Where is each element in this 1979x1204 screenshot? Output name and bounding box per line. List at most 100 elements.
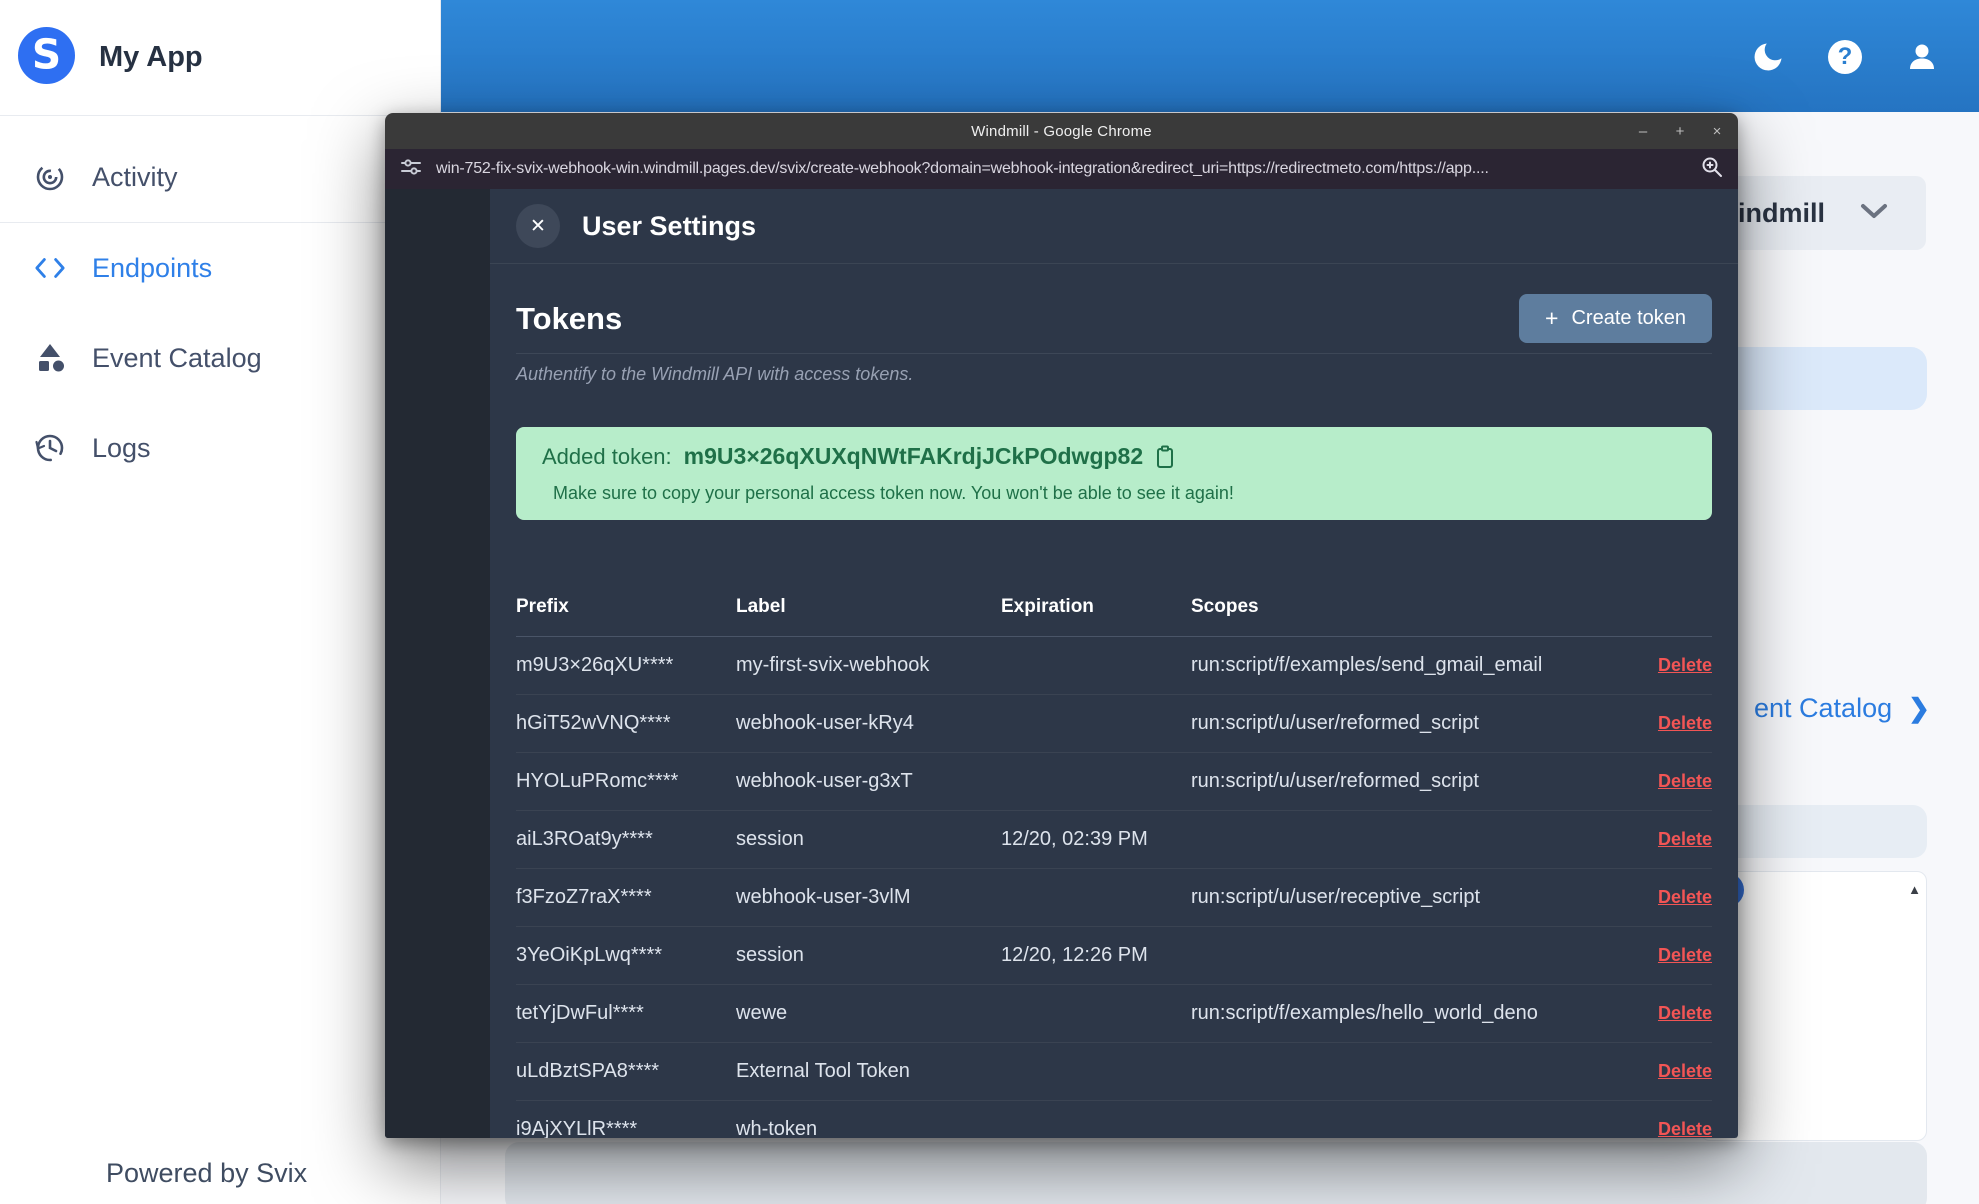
sidebar-item-label: Activity: [92, 161, 178, 192]
tokens-heading: Tokens: [516, 300, 623, 336]
table-row: i9AjXYLlR**** wh-token Delete: [516, 1101, 1712, 1138]
token-expiration: 12/20, 02:39 PM: [1001, 828, 1148, 850]
modal-body: Tokens + Create token Authentify to the …: [490, 264, 1738, 1138]
token-label: wewe: [736, 1002, 788, 1024]
table-row: 3YeOiKpLwq**** session 12/20, 12:26 PM D…: [516, 927, 1712, 985]
sidebar-nav: Activity Endpoints Event Catalog Logs: [0, 132, 440, 493]
col-label: Label: [736, 596, 786, 617]
chevron-right-icon: ❯: [1908, 693, 1930, 723]
token-prefix: i9AjXYLlR****: [516, 1118, 638, 1138]
modal-title: User Settings: [582, 210, 757, 241]
delete-token-link[interactable]: Delete: [1658, 771, 1712, 792]
token-prefix: f3FzoZ7raX****: [516, 886, 652, 908]
table-row: hGiT52wVNQ**** webhook-user-kRy4 run:scr…: [516, 695, 1712, 753]
table-row: tetYjDwFul**** wewe run:script/f/example…: [516, 985, 1712, 1043]
sidebar-item-label: Event Catalog: [92, 342, 262, 373]
sidebar-item-activity[interactable]: Activity: [0, 132, 440, 223]
create-token-label: Create token: [1571, 307, 1686, 329]
code-brackets-icon: [34, 252, 66, 284]
chrome-window: Windmill - Google Chrome – + × win-752-f…: [385, 113, 1738, 1138]
col-prefix: Prefix: [516, 596, 569, 617]
table-row: f3FzoZ7raX**** webhook-user-3vlM run:scr…: [516, 869, 1712, 927]
scrollbar-up-arrow[interactable]: ▲: [1908, 882, 1921, 897]
modal-backdrop-strip: [385, 189, 490, 1138]
close-window-button[interactable]: ×: [1710, 123, 1724, 140]
user-account-icon[interactable]: [1903, 38, 1941, 76]
dark-mode-moon-icon[interactable]: [1749, 38, 1787, 76]
col-scopes: Scopes: [1191, 596, 1259, 617]
token-scopes: run:script/f/examples/hello_world_deno: [1191, 1002, 1538, 1024]
delete-token-link[interactable]: Delete: [1658, 1003, 1712, 1024]
delete-token-link[interactable]: Delete: [1658, 1061, 1712, 1082]
url-input[interactable]: win-752-fix-svix-webhook-win.windmill.pa…: [436, 160, 1687, 178]
event-catalog-link[interactable]: ent Catalog ❯: [1754, 693, 1930, 724]
col-expiration: Expiration: [1001, 596, 1094, 617]
token-prefix: HYOLuPRomc****: [516, 770, 679, 792]
delete-token-link[interactable]: Delete: [1658, 829, 1712, 850]
token-label: External Tool Token: [736, 1060, 910, 1082]
token-label: my-first-svix-webhook: [736, 654, 930, 676]
added-token-label: Added token:: [542, 443, 672, 469]
token-label: session: [736, 828, 804, 850]
tokens-table: Prefix Label Expiration Scopes m9U3×26qX…: [516, 596, 1712, 1138]
token-prefix: hGiT52wVNQ****: [516, 712, 671, 734]
token-scopes: run:script/f/examples/send_gmail_email: [1191, 654, 1543, 676]
table-row: HYOLuPRomc**** webhook-user-g3xT run:scr…: [516, 753, 1712, 811]
token-prefix: tetYjDwFul****: [516, 1002, 644, 1024]
delete-token-link[interactable]: Delete: [1658, 945, 1712, 966]
minimize-button[interactable]: –: [1636, 123, 1650, 140]
token-label: session: [736, 944, 804, 966]
event-catalog-link-label: ent Catalog: [1754, 693, 1893, 723]
window-controls: – + ×: [1636, 113, 1724, 149]
token-prefix: aiL3ROat9y****: [516, 828, 653, 850]
window-titlebar[interactable]: Windmill - Google Chrome – + ×: [385, 113, 1738, 149]
modal-header: ✕ User Settings: [490, 189, 1738, 264]
zoom-magnifier-icon[interactable]: [1700, 155, 1724, 184]
site-settings-icon[interactable]: [399, 155, 423, 184]
token-scopes: run:script/u/user/reformed_script: [1191, 770, 1479, 792]
sidebar-header: S My App: [0, 0, 440, 116]
delete-token-link[interactable]: Delete: [1658, 655, 1712, 676]
delete-token-link[interactable]: Delete: [1658, 1119, 1712, 1138]
token-prefix: uLdBztSPA8****: [516, 1060, 660, 1082]
delete-token-link[interactable]: Delete: [1658, 887, 1712, 908]
maximize-button[interactable]: +: [1673, 123, 1687, 140]
window-title: Windmill - Google Chrome: [971, 122, 1152, 140]
table-row: aiL3ROat9y**** session 12/20, 02:39 PM D…: [516, 811, 1712, 869]
sidebar: S My App Activity Endpoints Event Catalo…: [0, 0, 441, 1204]
workspace-name: indmill: [1738, 197, 1825, 228]
sidebar-item-event-catalog[interactable]: Event Catalog: [0, 313, 440, 403]
help-icon[interactable]: ?: [1826, 38, 1864, 76]
table-row: m9U3×26qXU**** my-first-svix-webhook run…: [516, 637, 1712, 695]
address-bar: win-752-fix-svix-webhook-win.windmill.pa…: [385, 149, 1738, 189]
token-scopes: run:script/u/user/receptive_script: [1191, 886, 1481, 908]
added-token-alert: Added token: m9U3×26qXUXqNWtFAKrdjJCkPOd…: [516, 427, 1712, 520]
sidebar-item-label: Endpoints: [92, 252, 213, 283]
plus-icon: +: [1545, 305, 1559, 331]
token-prefix: 3YeOiKpLwq****: [516, 944, 663, 966]
screen: S My App Activity Endpoints Event Catalo…: [0, 0, 1979, 1204]
tokens-section-header: Tokens + Create token: [516, 294, 1712, 354]
sidebar-item-endpoints[interactable]: Endpoints: [0, 223, 440, 313]
shapes-icon: [34, 342, 66, 374]
copy-clipboard-icon[interactable]: [1155, 445, 1175, 469]
history-clock-icon: [34, 432, 66, 464]
sidebar-item-label: Logs: [92, 432, 151, 463]
delete-token-link[interactable]: Delete: [1658, 713, 1712, 734]
svg-text:S: S: [32, 30, 61, 78]
svix-logo-icon: S: [18, 26, 75, 89]
token-label: webhook-user-g3xT: [736, 770, 913, 792]
window-content: ✕ User Settings Tokens + Create token Au…: [385, 189, 1738, 1138]
tokens-subtitle: Authentify to the Windmill API with acce…: [516, 364, 914, 384]
token-label: wh-token: [736, 1118, 818, 1138]
create-token-button[interactable]: + Create token: [1519, 294, 1712, 343]
token-expiration: 12/20, 12:26 PM: [1001, 944, 1148, 966]
sidebar-item-logs[interactable]: Logs: [0, 403, 440, 493]
table-row: uLdBztSPA8**** External Tool Token Delet…: [516, 1043, 1712, 1101]
help-question-glyph: ?: [1828, 40, 1862, 74]
background-bottom-card: [505, 1142, 1927, 1204]
close-modal-button[interactable]: ✕: [516, 204, 560, 248]
token-scopes: run:script/u/user/reformed_script: [1191, 712, 1479, 734]
powered-by-svix: Powered by Svix: [106, 1158, 308, 1188]
app-name: My App: [99, 41, 203, 73]
